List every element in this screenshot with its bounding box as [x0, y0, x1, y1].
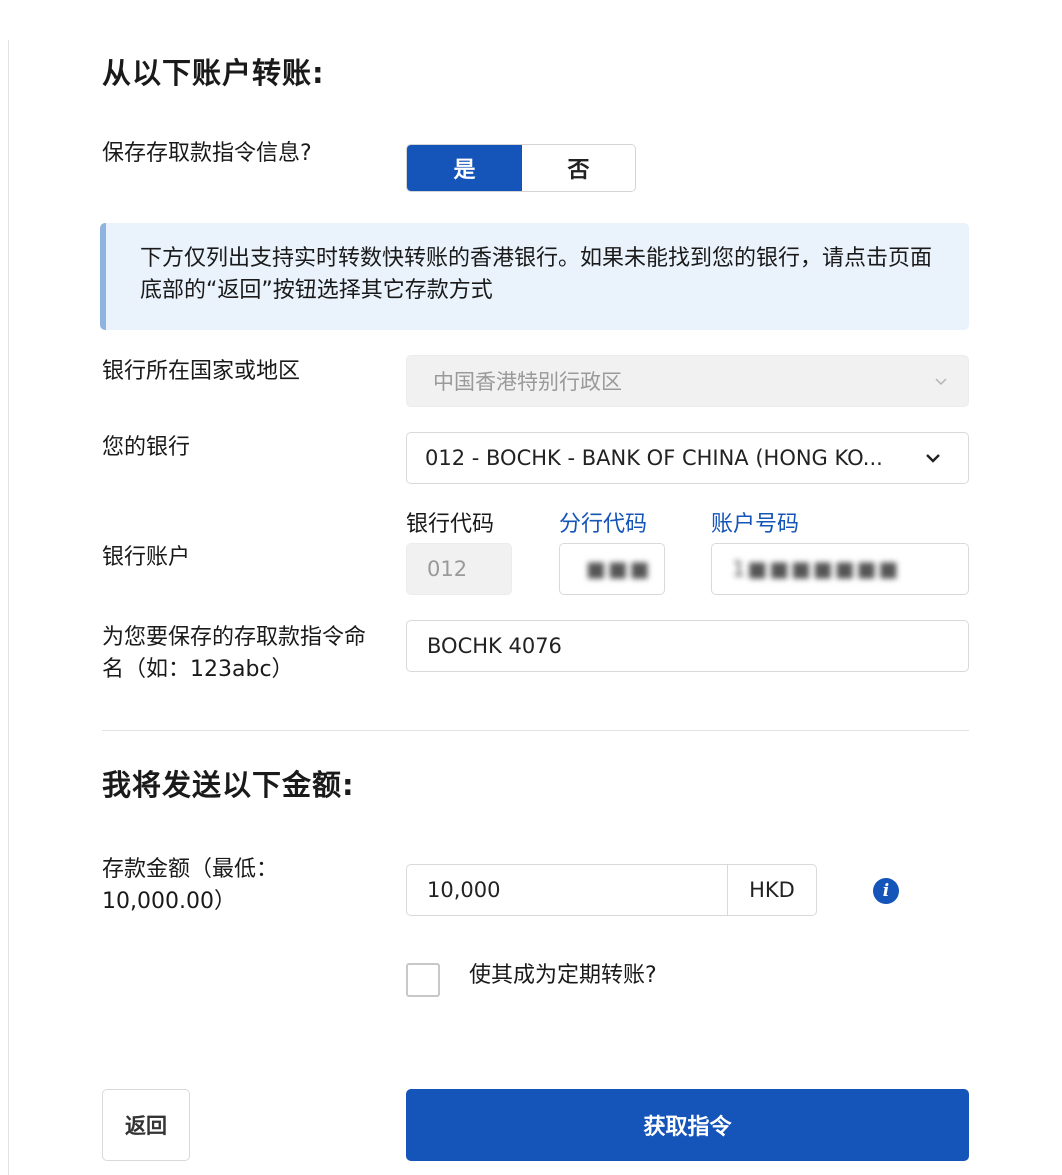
your-bank-select[interactable]: 012 - BOCHK - BANK OF CHINA (HONG KO... [406, 432, 969, 484]
left-border [8, 40, 9, 1175]
bank-code-label: 银行代码 [406, 512, 495, 537]
toggle-yes-button[interactable]: 是 [407, 145, 522, 191]
amount-input[interactable]: 10,000 [406, 864, 728, 916]
recurring-label: 使其成为定期转账? [469, 963, 657, 988]
branch-code-input[interactable]: ■■■ [559, 543, 665, 595]
recurring-checkbox[interactable] [406, 963, 440, 997]
instruction-name-input[interactable]: BOCHK 4076 [406, 620, 969, 672]
amount-title: 我将发送以下金额: [102, 768, 355, 802]
instruction-name-value: BOCHK 4076 [427, 634, 562, 658]
bank-code-input: 012 [406, 543, 512, 595]
amount-value: 10,000 [427, 878, 501, 902]
section-divider [102, 730, 969, 731]
fps-notice: 下方仅列出支持实时转数快转账的香港银行。如果未能找到您的银行，请点击页面底部的“… [100, 223, 969, 330]
branch-code-value: ■■■ [586, 557, 652, 581]
account-number-link[interactable]: 账户号码 [711, 510, 799, 540]
amount-label: 存款金额（最低：10,000.00） [102, 857, 279, 914]
instruction-name-label: 为您要保存的存取款指令命名（如：123abc） [102, 625, 367, 682]
currency-value: HKD [749, 878, 795, 902]
bank-country-value: 中国香港特别行政区 [433, 370, 622, 394]
your-bank-label: 您的银行 [102, 435, 191, 460]
get-instruction-button[interactable]: 获取指令 [406, 1089, 969, 1161]
toggle-no-button[interactable]: 否 [522, 145, 635, 191]
bank-country-label: 银行所在国家或地区 [102, 359, 301, 384]
account-number-input[interactable]: 1■■■■■■■ [711, 543, 969, 595]
fps-notice-text: 下方仅列出支持实时转数快转账的香港银行。如果未能找到您的银行，请点击页面底部的“… [140, 246, 933, 303]
save-instruction-toggle: 是 否 [406, 144, 636, 192]
bank-account-label: 银行账户 [102, 545, 191, 570]
chevron-down-icon [935, 378, 947, 386]
info-icon[interactable]: i [873, 878, 899, 904]
transfer-from-title: 从以下账户转账: [102, 56, 325, 90]
currency-badge: HKD [727, 864, 817, 916]
bank-code-value: 012 [427, 557, 468, 581]
save-instruction-label: 保存存取款指令信息? [102, 141, 312, 166]
account-number-value: 1■■■■■■■ [732, 557, 901, 581]
chevron-down-icon [926, 454, 940, 463]
branch-code-link[interactable]: 分行代码 [559, 510, 647, 540]
bank-country-select[interactable]: 中国香港特别行政区 [406, 355, 969, 407]
your-bank-value: 012 - BOCHK - BANK OF CHINA (HONG KO... [425, 446, 883, 470]
back-button[interactable]: 返回 [102, 1089, 190, 1161]
